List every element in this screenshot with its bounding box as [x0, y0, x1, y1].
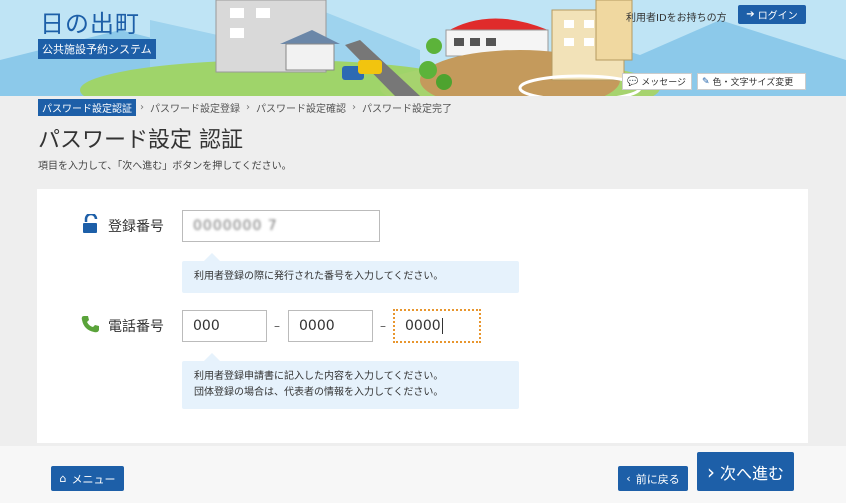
- phone-part1-value: 000: [193, 318, 220, 334]
- phone-number-hint-line1: 利用者登録申請書に記入した内容を入力してください。: [194, 371, 444, 382]
- phone-part2-value: 0000: [299, 318, 335, 334]
- registration-number-label: 登録番号: [108, 219, 164, 235]
- chevron-left-icon: ‹: [626, 472, 631, 485]
- color-text-size-link[interactable]: ✎ 色・文字サイズ変更: [697, 73, 806, 90]
- chevron-right-icon: ›: [140, 102, 144, 113]
- phone-part2-input[interactable]: 0000: [288, 310, 373, 342]
- back-button-label: 前に戻る: [635, 472, 680, 486]
- sign-in-icon: ➔: [746, 9, 755, 20]
- phone-number-hint-line2: 団体登録の場合は、代表者の情報を入力してください。: [194, 387, 444, 398]
- registration-number-label-group: 登録番号: [82, 212, 164, 238]
- phone-number-hint: 利用者登録申請書に記入した内容を入力してください。 団体登録の場合は、代表者の情…: [182, 353, 519, 409]
- color-text-size-label: 色・文字サイズ変更: [712, 78, 794, 88]
- registration-number-hint: 利用者登録の際に発行された番号を入力してください。: [182, 253, 519, 293]
- registration-number-value: 0000000 7: [193, 218, 278, 234]
- message-link[interactable]: 💬 メッセージ: [622, 73, 692, 90]
- registration-number-hint-text: 利用者登録の際に発行された番号を入力してください。: [194, 271, 444, 282]
- phone-part3-value: 0000: [405, 318, 441, 334]
- site-subtitle: 公共施設予約システム: [38, 39, 156, 59]
- chevron-right-icon: ›: [246, 102, 250, 113]
- message-link-label: メッセージ: [641, 78, 687, 88]
- header-banner: 日の出町 公共施設予約システム 利用者IDをお持ちの方 ➔ ログイン 💬 メッセ…: [0, 0, 846, 96]
- page-title: パスワード設定 認証: [38, 128, 243, 153]
- brush-icon: ✎: [702, 76, 710, 87]
- phone-icon: [80, 314, 100, 338]
- back-button[interactable]: ‹ 前に戻る: [618, 466, 688, 491]
- site-title[interactable]: 日の出町: [40, 4, 140, 39]
- breadcrumb-step-complete: パスワード設定完了: [362, 104, 452, 115]
- phone-number-label: 電話番号: [108, 319, 164, 335]
- menu-button[interactable]: ⌂ メニュー: [51, 466, 124, 491]
- login-button-label: ログイン: [757, 11, 798, 22]
- unlock-icon: [82, 212, 100, 238]
- next-button-label: 次へ進む: [719, 463, 784, 483]
- phone-part3-input[interactable]: 0000: [393, 309, 481, 343]
- chevron-right-icon: ›: [706, 459, 715, 484]
- next-button[interactable]: › 次へ進む: [697, 452, 794, 491]
- registration-number-input[interactable]: 0000000 7: [182, 210, 380, 242]
- text-cursor: [441, 318, 443, 334]
- speech-bubble-icon: 💬: [627, 76, 639, 87]
- login-button[interactable]: ➔ ログイン: [738, 5, 806, 24]
- phone-separator-1: –: [274, 319, 280, 333]
- login-note: 利用者IDをお持ちの方: [626, 13, 727, 24]
- home-icon: ⌂: [59, 472, 67, 485]
- menu-button-label: メニュー: [71, 472, 116, 486]
- breadcrumb: パスワード設定認証 › パスワード設定登録 › パスワード設定確認 › パスワー…: [38, 99, 454, 116]
- breadcrumb-step-auth: パスワード設定認証: [38, 99, 136, 116]
- page-instruction: 項目を入力して、「次へ進む」ボタンを押してください。: [38, 161, 292, 172]
- phone-separator-2: –: [380, 319, 386, 333]
- phone-part1-input[interactable]: 000: [182, 310, 267, 342]
- breadcrumb-step-register: パスワード設定登録: [150, 104, 240, 115]
- breadcrumb-step-confirm: パスワード設定確認: [256, 104, 346, 115]
- phone-number-label-group: 電話番号: [80, 314, 164, 338]
- chevron-right-icon: ›: [352, 102, 356, 113]
